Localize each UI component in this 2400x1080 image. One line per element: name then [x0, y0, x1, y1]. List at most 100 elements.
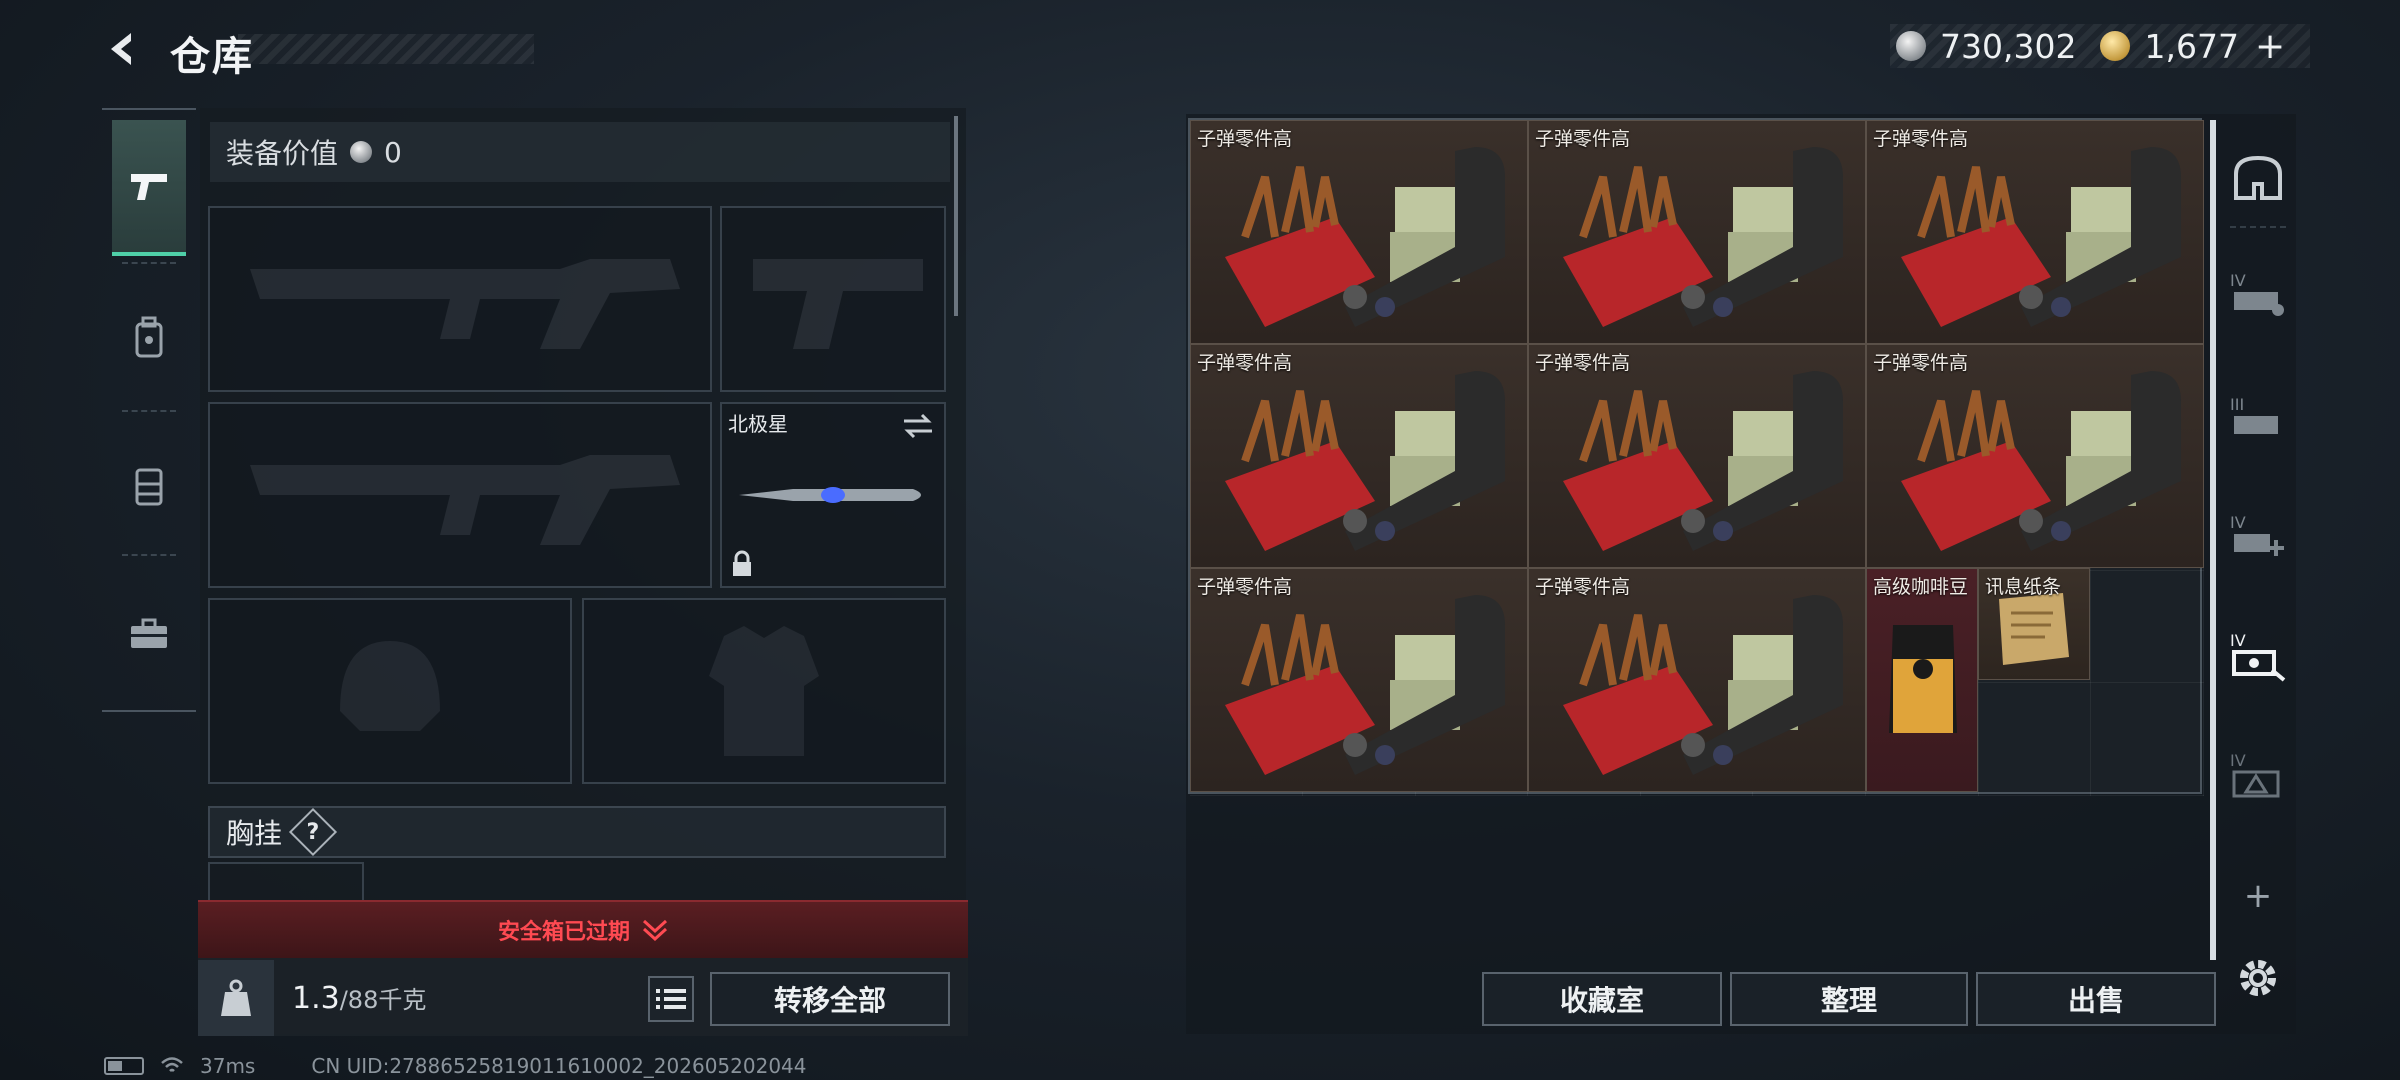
stash-item-name: 子弹零件高 [1535, 352, 1631, 374]
ammo-parts-image [1225, 371, 1505, 551]
storage-expansion-icon: IV [2230, 271, 2284, 316]
back-arrow-icon [111, 33, 131, 65]
rifle-silhouette-icon [250, 455, 680, 545]
secondary-weapon-slot[interactable] [208, 402, 712, 588]
medical-expansion-icon: IV [2230, 513, 2284, 556]
stash-scrollbar[interactable] [2210, 120, 2216, 960]
stash-item[interactable]: 子弹零件高 [1190, 344, 1528, 568]
knife-image [739, 487, 921, 503]
help-icon[interactable]: ? [288, 807, 338, 857]
svg-text:IV: IV [2230, 271, 2246, 290]
battery-icon [104, 1057, 144, 1075]
stash-item[interactable]: 子弹零件高 [1528, 120, 1866, 344]
coffee-bag-image [1889, 625, 1957, 733]
stash-item[interactable]: 子弹零件高 [1190, 568, 1528, 792]
lock-icon [733, 550, 751, 576]
secure-case-expired-text: 安全箱已过期 [497, 920, 630, 945]
weight-max: /88千克 [339, 986, 427, 1014]
stash-item[interactable]: 子弹零件高 [1866, 344, 2204, 568]
ammo-parts-image [1901, 147, 2181, 327]
wifi-icon [161, 1057, 183, 1072]
vault-icon [2234, 155, 2282, 200]
chest-rig-header: 胸挂 ? [208, 806, 946, 858]
helmet-slot[interactable] [208, 598, 572, 784]
secure-case-expired-banner[interactable]: 安全箱已过期 [198, 900, 968, 958]
swap-icon[interactable] [902, 412, 934, 440]
stash-item-name: 子弹零件高 [1873, 352, 1969, 374]
armor-silhouette-icon [709, 626, 819, 756]
ammo-parts-image [1225, 595, 1505, 775]
list-view-button[interactable] [648, 976, 694, 1022]
melee-slot[interactable]: 北极星 [720, 402, 946, 588]
grid-line [1190, 795, 2204, 796]
currency-display: 730,302 1,677 + [1890, 24, 2310, 68]
transfer-all-button[interactable]: 转移全部 [710, 972, 950, 1026]
svg-text:III: III [2230, 395, 2244, 414]
gold-amount: 1,677 [2144, 26, 2239, 66]
list-icon [656, 989, 686, 1009]
ammo-parts-image [1563, 371, 1843, 551]
uid-readout: CN UID:27886525819011610002_202605202044 [311, 1054, 807, 1078]
chest-rig-slot[interactable] [208, 862, 364, 902]
equipment-value-bar: 装备价值 0 [210, 122, 950, 182]
stash-tab-main[interactable] [2226, 146, 2290, 210]
nav-weapons[interactable] [112, 120, 186, 256]
stash-tab-expansion-medical[interactable]: IV [2226, 504, 2290, 568]
back-button[interactable] [100, 26, 146, 72]
primary-weapon-slot[interactable] [208, 206, 712, 392]
nav-separator [122, 262, 176, 264]
equipment-value-label: 装备价值 [226, 137, 339, 170]
ammo-parts-image [1901, 371, 2181, 551]
stash-item-name: 子弹零件高 [1197, 128, 1293, 150]
weight-display: 1.3/88千克 [292, 980, 426, 1016]
stash-item-name: 子弹零件高 [1197, 352, 1293, 374]
stash-tab-expansion-3[interactable]: III [2226, 386, 2290, 450]
gold-coin-icon [2100, 31, 2131, 61]
stash-item-name: 高级咖啡豆 [1873, 576, 1969, 598]
stash-item-name: 讯息纸条 [1985, 576, 2062, 598]
briefcase-icon [131, 618, 167, 648]
pistol-icon [131, 174, 167, 200]
stash-item[interactable]: 子弹零件高 [1866, 120, 2204, 344]
nav-separator [122, 410, 176, 412]
nav-vest[interactable] [112, 418, 186, 554]
stash-item-name: 子弹零件高 [1535, 128, 1631, 150]
stash-tab-expansion-triangle[interactable]: IV [2226, 744, 2290, 808]
stash-item[interactable]: 子弹零件高 [1528, 344, 1866, 568]
status-bar: 37ms CN UID:27886525819011610002_2026052… [104, 1054, 807, 1078]
stash-item[interactable]: 高级咖啡豆 [1866, 568, 1978, 792]
melee-name: 北极星 [728, 412, 788, 436]
stash-item-name: 子弹零件高 [1535, 576, 1631, 598]
ammo-parts-image [1225, 147, 1505, 327]
rnav-separator [2230, 226, 2286, 228]
svg-text:IV: IV [2230, 513, 2246, 532]
gear-icon [2240, 960, 2276, 996]
rifle-silhouette-icon [250, 259, 680, 349]
tools-expansion-icon: IV [2230, 631, 2286, 682]
weight-lock-button[interactable] [198, 960, 274, 1036]
stash-item[interactable]: 讯息纸条 [1978, 568, 2090, 680]
chest-rig-label: 胸挂 [226, 817, 283, 850]
ping-readout: 37ms [200, 1054, 256, 1078]
add-storage-button[interactable]: + [2226, 864, 2290, 928]
ammo-parts-image [1563, 147, 1843, 327]
stash-item-name: 子弹零件高 [1197, 576, 1293, 598]
silver-coin-icon [1896, 31, 1926, 61]
sidearm-slot[interactable] [720, 206, 946, 392]
stash-item[interactable]: 子弹零件高 [1190, 120, 1528, 344]
armor-slot[interactable] [582, 598, 946, 784]
organize-button[interactable]: 整理 [1730, 972, 1968, 1026]
triangle-expansion-icon: IV [2230, 751, 2280, 798]
add-currency-button[interactable]: + [2255, 26, 2285, 67]
ammo-parts-image [1563, 595, 1843, 775]
collection-room-button[interactable]: 收藏室 [1482, 972, 1722, 1026]
stash-item[interactable]: 子弹零件高 [1528, 568, 1866, 792]
settings-button[interactable] [2226, 946, 2290, 1010]
stash-tab-expansion-tools[interactable]: IV [2226, 624, 2290, 688]
stash-tab-expansion-4a[interactable]: IV [2226, 262, 2290, 326]
equipment-value: 0 [384, 135, 402, 169]
sell-button[interactable]: 出售 [1976, 972, 2216, 1026]
nav-case[interactable] [112, 566, 186, 702]
equipment-scrollbar[interactable] [954, 116, 958, 316]
nav-backpack[interactable] [112, 270, 186, 406]
